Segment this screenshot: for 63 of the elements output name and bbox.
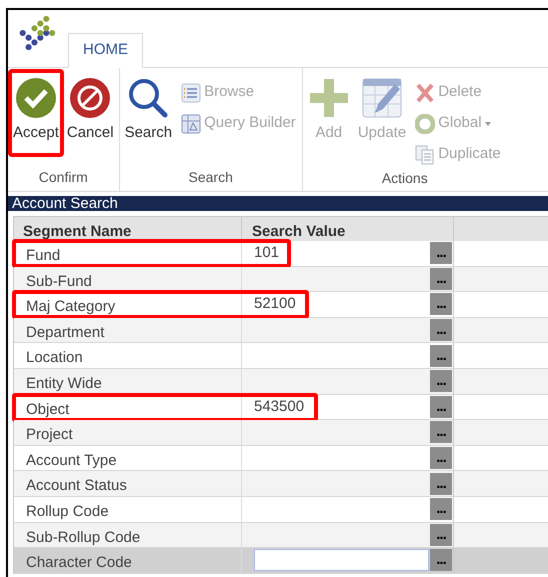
- search-icon: [127, 77, 170, 119]
- table-row[interactable]: Department ...: [14, 318, 548, 344]
- table-row[interactable]: Fund 101 ...: [14, 241, 548, 267]
- home-tab[interactable]: HOME: [68, 33, 143, 68]
- lookup-button[interactable]: ...: [430, 447, 452, 470]
- search-value-cell-text: 543500: [253, 396, 304, 417]
- group-label: Actions: [382, 169, 428, 188]
- segment-name-cell: Fund: [14, 241, 242, 266]
- documents-icon: [415, 144, 436, 164]
- table-row[interactable]: Account Status ...: [14, 471, 548, 497]
- panel-title-bar: Account Search: [8, 196, 548, 211]
- group-label: Confirm: [38, 168, 88, 187]
- segment-name-cell: Project: [14, 420, 242, 445]
- lookup-button[interactable]: ...: [430, 293, 452, 316]
- search-button[interactable]: Search: [122, 71, 176, 146]
- table-row[interactable]: Rollup Code ...: [14, 496, 548, 523]
- group-label: Search: [188, 168, 233, 187]
- segment-name-cell: Maj Category: [14, 292, 242, 317]
- lookup-button[interactable]: ...: [430, 242, 452, 264]
- lookup-button[interactable]: ...: [430, 549, 452, 572]
- cancel-button[interactable]: Cancel: [64, 71, 117, 146]
- segment-name-cell: Department: [14, 318, 242, 342]
- segment-name-cell: Account Status: [14, 471, 242, 496]
- segment-name-cell: Location: [14, 343, 242, 368]
- lookup-button[interactable]: ...: [430, 344, 452, 367]
- segment-name-cell: Entity Wide: [14, 368, 242, 394]
- logo-icon: [18, 15, 58, 51]
- search-value-input[interactable]: [254, 549, 429, 572]
- table-row[interactable]: Location ...: [14, 343, 548, 369]
- grid-icon: [181, 114, 202, 134]
- lookup-button[interactable]: ...: [430, 268, 452, 290]
- list-icon: [181, 82, 202, 102]
- table-row[interactable]: Sub-Rollup Code ...: [14, 522, 548, 548]
- table-row[interactable]: Object 543500 ...: [14, 394, 548, 420]
- search-value-cell-text: 101: [253, 243, 280, 264]
- plus-icon: [308, 77, 350, 119]
- prohibited-icon: [69, 77, 112, 119]
- search-value-cell-text: 52100: [253, 294, 296, 314]
- lookup-button[interactable]: ...: [430, 472, 452, 495]
- table-row[interactable]: Character Code ...: [14, 548, 548, 574]
- lookup-button[interactable]: ...: [430, 524, 452, 546]
- lookup-button[interactable]: ...: [430, 421, 452, 444]
- segment-name-cell: Character Code: [14, 548, 242, 573]
- segment-name-cell: Sub-Fund: [14, 266, 242, 292]
- x-icon: [415, 82, 436, 102]
- segment-name-cell: Object: [14, 394, 242, 420]
- lookup-button[interactable]: ...: [430, 370, 452, 392]
- checkmark-icon: [14, 77, 57, 119]
- caret-icon: [484, 122, 491, 126]
- table-row[interactable]: Account Type ...: [14, 446, 548, 472]
- lookup-button[interactable]: ...: [430, 319, 452, 342]
- table-row[interactable]: Project ...: [14, 420, 548, 446]
- table-row[interactable]: Maj Category 52100 ...: [14, 292, 548, 318]
- segment-name-cell: Sub-Rollup Code: [14, 522, 242, 548]
- accept-button[interactable]: Accept: [10, 71, 62, 155]
- column-header: Segment Name: [14, 217, 242, 241]
- segment-name-cell: Rollup Code: [14, 496, 242, 522]
- table-pencil-icon: [361, 77, 403, 119]
- lookup-button[interactable]: ...: [430, 498, 452, 520]
- table-row[interactable]: Entity Wide ...: [14, 368, 548, 395]
- lookup-button[interactable]: ...: [430, 396, 452, 418]
- table-row[interactable]: Sub-Fund ...: [14, 266, 548, 292]
- segment-name-cell: Account Type: [14, 446, 242, 470]
